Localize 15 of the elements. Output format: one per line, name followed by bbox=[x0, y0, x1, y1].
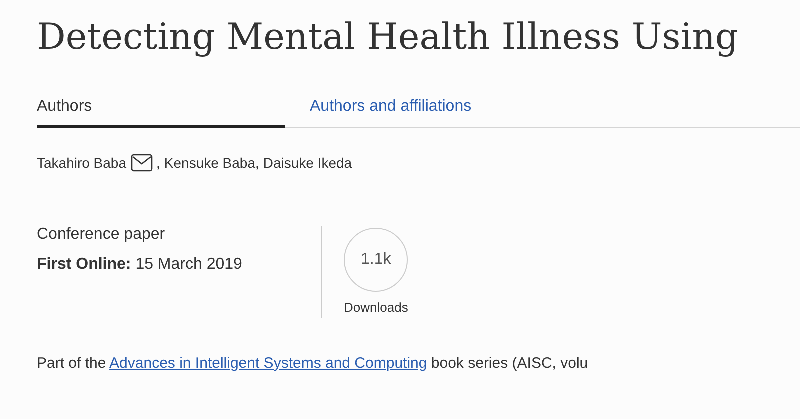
downloads-label: Downloads bbox=[344, 300, 408, 315]
mail-icon[interactable] bbox=[130, 154, 153, 172]
author-name[interactable]: Daisuke Ikeda bbox=[263, 155, 352, 171]
author-name[interactable]: Kensuke Baba bbox=[164, 155, 256, 171]
series-link[interactable]: Advances in Intelligent Systems and Computing bbox=[110, 355, 428, 372]
separator: , bbox=[156, 155, 160, 171]
content-type: Conference paper bbox=[37, 226, 166, 244]
tab[interactable]: Authors and affiliations bbox=[310, 98, 472, 127]
series-note: Part of the Advances in Intelligent Systems and Computing book series (AISC, volu bbox=[37, 355, 590, 372]
separator: , bbox=[255, 155, 260, 171]
download-count: 1.1k bbox=[344, 228, 408, 292]
article-title: Detecting Mental Health Illness Using bbox=[37, 16, 740, 60]
author-name[interactable]: Takahiro Baba bbox=[37, 155, 127, 171]
publication-date: First Online: 15 March 2019 bbox=[37, 256, 244, 274]
tab[interactable]: Authors bbox=[37, 98, 285, 128]
